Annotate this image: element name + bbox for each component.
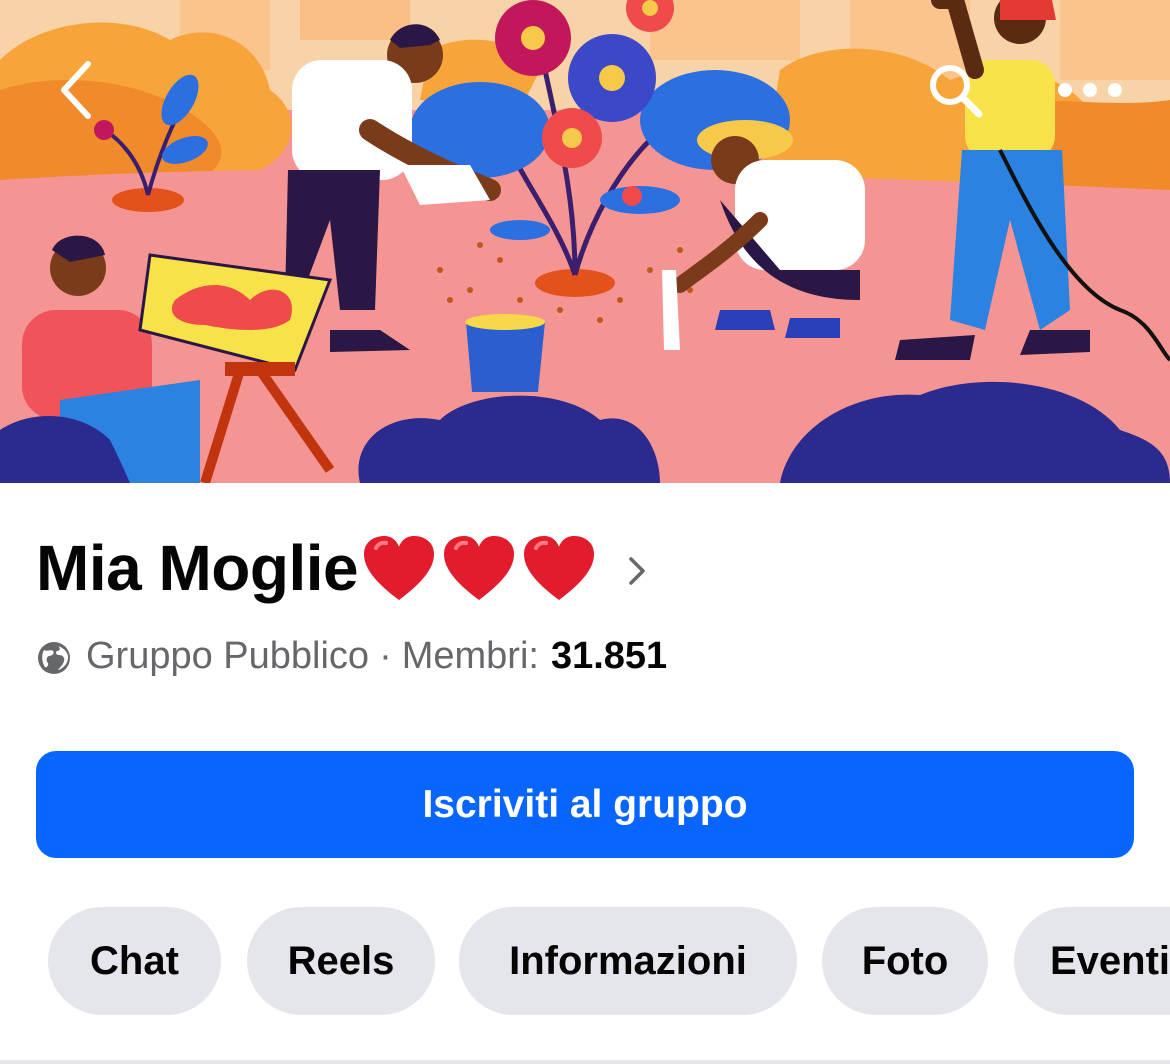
search-button[interactable] bbox=[915, 55, 995, 125]
tab-label: Reels bbox=[287, 938, 395, 983]
group-name: Mia Moglie bbox=[36, 532, 359, 604]
members-label: Membri: bbox=[401, 635, 539, 677]
tab-label: Foto bbox=[861, 938, 949, 983]
join-group-button[interactable]: Iscriviti al gruppo bbox=[36, 751, 1134, 858]
tab-informazioni[interactable]: Informazioni bbox=[459, 907, 797, 1015]
chevron-right-icon bbox=[629, 557, 645, 585]
bottom-divider bbox=[0, 1060, 1170, 1064]
tab-chat[interactable]: Chat bbox=[48, 907, 221, 1015]
red-heart-icon bbox=[444, 536, 515, 600]
group-meta-row: Gruppo Pubblico · Membri: 31.851 bbox=[36, 635, 667, 678]
meta-separator: · bbox=[379, 635, 392, 677]
tab-eventi[interactable]: Eventi bbox=[1014, 907, 1170, 1015]
red-heart-icon bbox=[364, 536, 435, 600]
group-tabs: Chat Reels Informazioni Foto Eventi bbox=[48, 907, 1170, 1015]
title-emoji-group bbox=[362, 534, 602, 602]
group-privacy: Gruppo Pubblico bbox=[86, 635, 370, 677]
tab-label: Informazioni bbox=[509, 938, 747, 983]
tab-label: Chat bbox=[90, 938, 179, 983]
back-button[interactable] bbox=[40, 50, 110, 130]
members-count: 31.851 bbox=[550, 635, 668, 677]
group-info-section: Mia Moglie Gruppo Pubblico · Membri: 31.… bbox=[0, 483, 1170, 1064]
tab-foto[interactable]: Foto bbox=[822, 907, 988, 1015]
join-group-label: Iscriviti al gruppo bbox=[422, 782, 748, 826]
red-heart-icon bbox=[524, 536, 595, 600]
group-cover-photo[interactable] bbox=[0, 0, 1170, 483]
globe-icon bbox=[38, 641, 70, 674]
tab-reels[interactable]: Reels bbox=[247, 907, 435, 1015]
chevron-left-icon bbox=[61, 61, 91, 119]
more-options-button[interactable] bbox=[1045, 60, 1135, 120]
more-dots-icon bbox=[1058, 83, 1122, 97]
tab-label: Eventi bbox=[1050, 938, 1170, 983]
search-icon bbox=[930, 65, 983, 118]
group-title-row[interactable]: Mia Moglie bbox=[36, 531, 646, 605]
